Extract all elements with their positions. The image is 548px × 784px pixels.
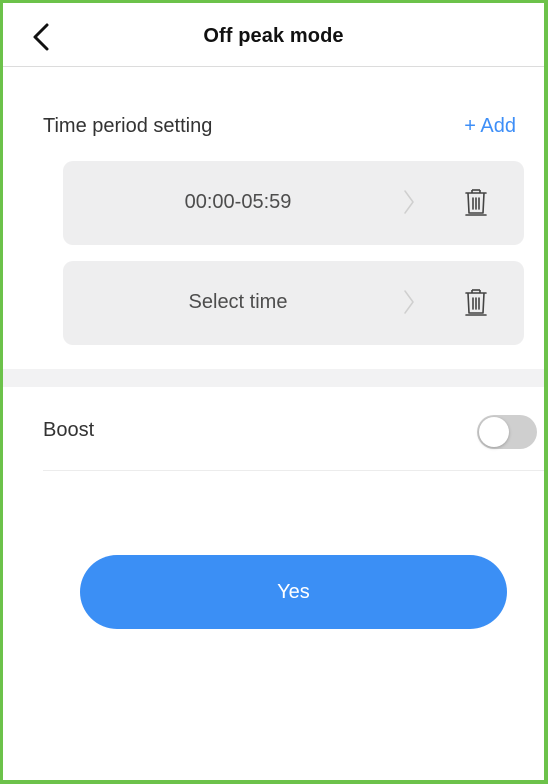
time-slot-value: 00:00-05:59 xyxy=(184,191,292,213)
trash-icon[interactable] xyxy=(463,187,489,217)
boost-toggle[interactable] xyxy=(477,415,537,449)
boost-setting-row: Boost xyxy=(3,387,544,471)
page-title: Off peak mode xyxy=(203,25,344,47)
boost-label: Boost xyxy=(43,419,95,441)
top-bar: Off peak mode xyxy=(3,3,544,67)
time-period-label: Time period setting xyxy=(43,115,213,137)
yes-button[interactable]: Yes xyxy=(80,555,507,629)
chevron-right-icon xyxy=(404,290,414,314)
time-slot-placeholder: Select time xyxy=(188,291,288,313)
row-divider xyxy=(43,470,544,471)
toggle-knob xyxy=(479,417,509,447)
time-period-header: Time period setting + Add xyxy=(3,115,544,143)
time-slot-item[interactable]: Select time xyxy=(63,261,524,345)
section-divider xyxy=(3,369,544,387)
trash-icon[interactable] xyxy=(463,287,489,317)
chevron-right-icon xyxy=(404,190,414,214)
app-screen: Off peak mode Time period setting + Add … xyxy=(0,0,548,784)
time-slot-item[interactable]: 00:00-05:59 xyxy=(63,161,524,245)
add-time-period-button[interactable]: + Add xyxy=(464,115,516,138)
